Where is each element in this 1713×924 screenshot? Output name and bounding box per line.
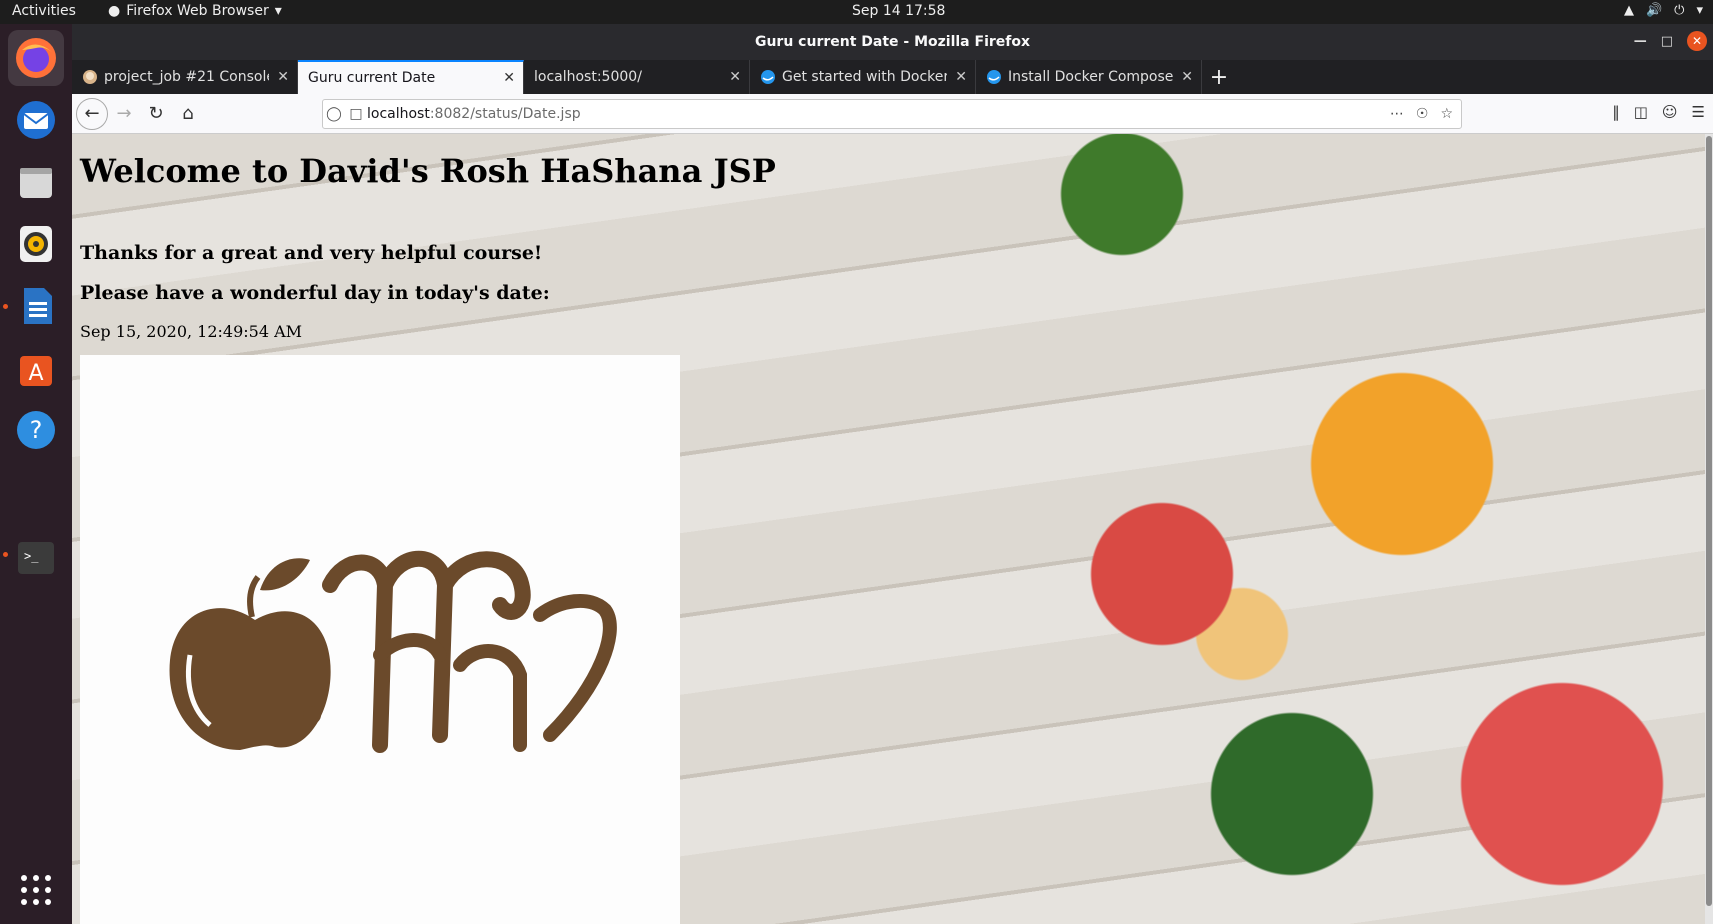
- close-tab-icon[interactable]: ✕: [955, 69, 967, 85]
- page-actions-icon[interactable]: ⋯: [1390, 106, 1404, 122]
- app-menu-label: Firefox Web Browser: [126, 3, 269, 19]
- help-icon: ?: [17, 411, 55, 449]
- url-bar[interactable]: ◯ □ localhost:8082/status/Date.jsp ⋯ ☉ ☆: [322, 99, 1462, 129]
- navigation-toolbar: ← → ↻ ⌂ ◯ □ localhost:8082/status/Date.j…: [72, 94, 1713, 134]
- maximize-icon[interactable]: □: [1661, 34, 1673, 49]
- power-icon: ⏻: [1674, 3, 1685, 18]
- tab-label: Get started with Docker: [782, 69, 948, 85]
- minimize-icon[interactable]: —: [1634, 34, 1647, 49]
- thanks-line: Thanks for a great and very helpful cour…: [80, 242, 543, 264]
- please-line: Please have a wonderful day in today's d…: [80, 282, 550, 304]
- folder-icon: [20, 168, 52, 198]
- window-title: Guru current Date - Mozilla Firefox: [754, 34, 1031, 50]
- forward-button[interactable]: →: [108, 98, 140, 130]
- scrollbar-thumb[interactable]: [1706, 136, 1712, 906]
- mail-icon: [17, 101, 55, 139]
- tab-localhost-5000[interactable]: localhost:5000/ ✕: [524, 60, 750, 94]
- page-heading: Welcome to David's Rosh HaShana JSP: [80, 152, 776, 190]
- url-host: localhost: [367, 106, 430, 122]
- account-icon[interactable]: ☺: [1662, 103, 1678, 121]
- home-button[interactable]: ⌂: [172, 98, 204, 130]
- close-window-button[interactable]: ✕: [1687, 31, 1707, 51]
- pocket-icon[interactable]: ☉: [1416, 106, 1429, 122]
- dock-terminal[interactable]: >_: [8, 530, 64, 586]
- sidebar-icon[interactable]: ◫: [1634, 103, 1648, 121]
- jenkins-favicon: [83, 70, 97, 84]
- svg-text:A: A: [28, 361, 43, 386]
- tracking-protection-icon[interactable]: ◯: [323, 106, 345, 122]
- grid-icon: [21, 875, 51, 905]
- tab-get-started-docker[interactable]: Get started with Docker ✕: [750, 60, 976, 94]
- tab-label: project_job #21 Console: [104, 69, 270, 85]
- app-menu[interactable]: ● Firefox Web Browser ▾: [108, 3, 282, 19]
- dock-files[interactable]: [8, 154, 64, 210]
- tab-label: Guru current Date: [308, 70, 436, 86]
- activities-button[interactable]: Activities: [12, 3, 76, 19]
- tab-project-job[interactable]: project_job #21 Console ✕: [72, 60, 298, 94]
- window-titlebar[interactable]: Guru current Date - Mozilla Firefox — □ …: [72, 24, 1713, 60]
- close-tab-icon[interactable]: ✕: [277, 69, 289, 85]
- speaker-icon: [20, 226, 52, 262]
- volume-icon: 🔊: [1645, 3, 1663, 18]
- dock-writer[interactable]: [8, 278, 64, 334]
- reload-button[interactable]: ↻: [140, 98, 172, 130]
- dock-thunderbird[interactable]: [8, 92, 64, 148]
- close-tab-icon[interactable]: ✕: [1181, 69, 1193, 85]
- hamburger-menu-icon[interactable]: ☰: [1692, 103, 1705, 121]
- system-tray[interactable]: ▲ 🔊 ⏻ ▾: [1624, 3, 1703, 18]
- dock-software[interactable]: A: [8, 340, 64, 396]
- document-icon: [24, 288, 52, 324]
- library-icon[interactable]: ‖: [1612, 103, 1620, 121]
- page-scrollbar[interactable]: [1705, 134, 1713, 924]
- firefox-small-icon: ●: [108, 3, 121, 19]
- page-content: Welcome to David's Rosh HaShana JSP Than…: [72, 134, 1713, 924]
- dock-rhythmbox[interactable]: [8, 216, 64, 272]
- gnome-top-bar: Activities ● Firefox Web Browser ▾ Sep 1…: [0, 0, 1713, 24]
- tab-label: Install Docker Compose: [1008, 69, 1174, 85]
- new-tab-button[interactable]: +: [1202, 60, 1236, 94]
- bookmark-star-icon[interactable]: ☆: [1440, 106, 1453, 122]
- clock[interactable]: Sep 14 17:58: [852, 3, 945, 19]
- docker-favicon: [987, 70, 1001, 84]
- apple-greeting-icon: [169, 550, 617, 753]
- software-store-icon: A: [20, 356, 52, 386]
- url-path: :8082/status/Date.jsp: [429, 106, 581, 122]
- network-icon: ▲: [1623, 3, 1634, 18]
- ubuntu-dock: A ? >_: [0, 24, 72, 924]
- svg-text:>_: >_: [24, 549, 39, 563]
- tab-label: localhost:5000/: [534, 69, 642, 85]
- firefox-window: Guru current Date - Mozilla Firefox — □ …: [72, 24, 1713, 924]
- tab-strip: project_job #21 Console ✕ Guru current D…: [72, 60, 1713, 94]
- chevron-down-icon: ▾: [1696, 3, 1703, 18]
- firefox-icon: [16, 38, 56, 78]
- dock-help[interactable]: ?: [8, 402, 64, 458]
- tab-guru-current-date[interactable]: Guru current Date ✕: [298, 60, 524, 94]
- terminal-icon: >_: [18, 542, 54, 574]
- current-date: Sep 15, 2020, 12:49:54 AM: [80, 322, 303, 341]
- back-button[interactable]: ←: [76, 97, 108, 130]
- tab-install-docker-compose[interactable]: Install Docker Compose ✕: [976, 60, 1202, 94]
- svg-text:?: ?: [30, 416, 43, 444]
- docker-favicon: [761, 70, 775, 84]
- show-applications-button[interactable]: [8, 862, 64, 918]
- shana-tova-image: [80, 355, 680, 924]
- chevron-down-icon: ▾: [274, 3, 282, 19]
- close-tab-icon[interactable]: ✕: [729, 69, 741, 85]
- page-info-icon[interactable]: □: [345, 106, 367, 122]
- close-tab-icon[interactable]: ✕: [503, 70, 515, 86]
- dock-firefox[interactable]: [8, 30, 64, 86]
